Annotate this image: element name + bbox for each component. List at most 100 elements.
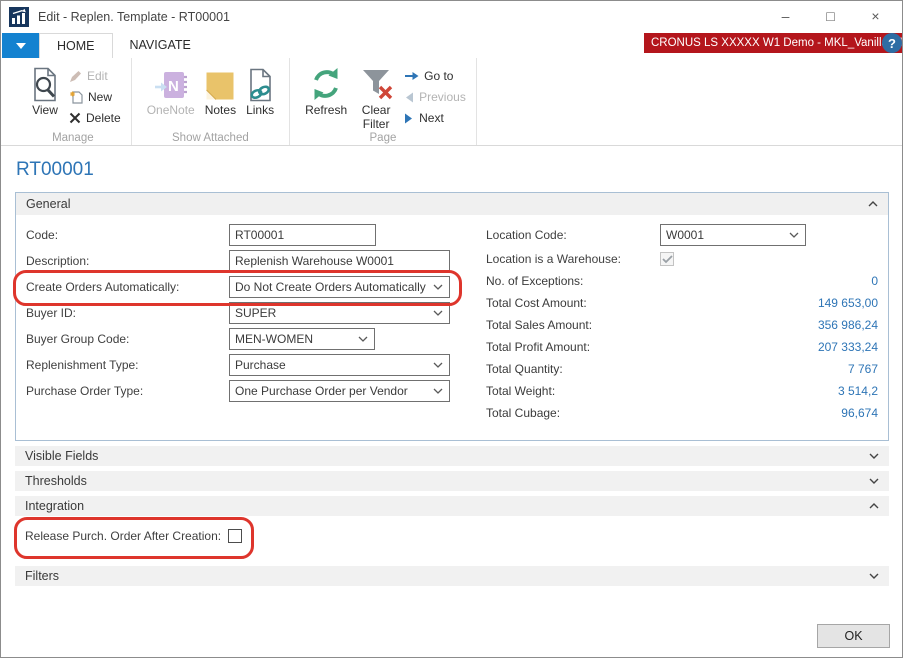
buyer-group-field-row: Buyer Group Code: MEN-WOMEN — [26, 326, 471, 352]
page-small-buttons: Go to Previous Next — [404, 62, 466, 125]
chevron-up-icon[interactable] — [868, 201, 878, 207]
goto-arrow-icon — [404, 71, 419, 81]
group-label-manage: Manage — [15, 132, 131, 144]
manage-small-buttons: Edit New Delete — [69, 62, 121, 125]
new-button[interactable]: New — [69, 90, 121, 104]
notes-button-label: Notes — [205, 104, 236, 118]
edit-button[interactable]: Edit — [69, 69, 121, 83]
exceptions-label: No. of Exceptions: — [486, 274, 583, 288]
delete-button[interactable]: Delete — [69, 111, 121, 125]
total-profit-label: Total Profit Amount: — [486, 340, 590, 354]
minimize-button[interactable]: – — [763, 1, 808, 31]
view-button[interactable]: View — [25, 62, 65, 118]
company-badge[interactable]: CRONUS LS XXXXX W1 Demo - MKL_Vanilla_Ne… — [644, 33, 903, 53]
general-panel-body: Code: RT00001 Description: Replenish War… — [16, 215, 888, 440]
location-code-label: Location Code: — [486, 228, 660, 242]
links-button[interactable]: Links — [241, 62, 279, 118]
code-input[interactable]: RT00001 — [229, 224, 376, 246]
purchase-order-type-label: Purchase Order Type: — [26, 384, 229, 398]
goto-button-label: Go to — [424, 69, 453, 83]
view-button-label: View — [32, 104, 58, 118]
section-visible-fields[interactable]: Visible Fields — [15, 446, 889, 466]
previous-button-label: Previous — [419, 90, 466, 104]
total-cubage-row: Total Cubage: 96,674 — [486, 402, 878, 424]
chevron-down-icon[interactable] — [869, 573, 879, 579]
total-cost-value: 149 653,00 — [818, 296, 878, 310]
window-controls: – □ × — [763, 1, 898, 31]
total-cubage-value: 96,674 — [841, 406, 878, 420]
purchase-order-type-select[interactable]: One Purchase Order per Vendor — [229, 380, 450, 402]
view-icon — [30, 67, 60, 102]
total-weight-value: 3 514,2 — [838, 384, 878, 398]
edit-button-label: Edit — [87, 69, 108, 83]
next-arrow-icon — [404, 113, 414, 124]
gray-check-icon — [662, 255, 673, 264]
buyer-id-select[interactable]: SUPER — [229, 302, 450, 324]
exceptions-value[interactable]: 0 — [871, 274, 878, 288]
title-bar: Edit - Replen. Template - RT00001 – □ × — [1, 1, 902, 33]
ribbon-tab-row: HOME NAVIGATE CRONUS LS XXXXX W1 Demo - … — [1, 33, 902, 58]
buyer-group-select[interactable]: MEN-WOMEN — [229, 328, 375, 350]
replenishment-type-select[interactable]: Purchase — [229, 354, 450, 376]
close-button[interactable]: × — [853, 1, 898, 31]
purchase-order-type-field-row: Purchase Order Type: One Purchase Order … — [26, 378, 471, 404]
total-quantity-row: Total Quantity: 7 767 — [486, 358, 878, 380]
maximize-button[interactable]: □ — [808, 1, 853, 31]
release-purch-order-checkbox[interactable] — [228, 529, 242, 543]
refresh-button-label: Refresh — [305, 104, 347, 118]
ribbon-group-manage: View Edit New Delete — [15, 58, 131, 145]
section-integration[interactable]: Integration — [15, 496, 889, 516]
onenote-button[interactable]: N OneNote — [142, 62, 200, 118]
application-menu-button[interactable] — [2, 33, 39, 58]
edit-pencil-icon — [69, 70, 82, 83]
next-button-label: Next — [419, 111, 444, 125]
next-button[interactable]: Next — [404, 111, 466, 125]
chevron-down-icon — [433, 310, 443, 316]
ok-button[interactable]: OK — [817, 624, 890, 648]
integration-title: Integration — [25, 499, 84, 513]
code-field-row: Code: RT00001 — [26, 222, 471, 248]
group-label-page: Page — [290, 132, 476, 144]
ribbon-group-page: Refresh Clear Filter Go to Pr — [289, 58, 477, 145]
chevron-down-icon — [789, 232, 799, 238]
help-icon[interactable]: ? — [882, 33, 902, 53]
notes-sticky-icon — [205, 71, 235, 102]
purchase-order-type-value: One Purchase Order per Vendor — [235, 384, 408, 398]
thresholds-title: Thresholds — [25, 474, 87, 488]
general-panel-title: General — [26, 197, 70, 211]
exceptions-row: No. of Exceptions: 0 — [486, 270, 878, 292]
description-field-row: Description: Replenish Warehouse W0001 — [26, 248, 471, 274]
chevron-up-icon[interactable] — [869, 503, 879, 509]
description-input[interactable]: Replenish Warehouse W0001 — [229, 250, 450, 272]
new-document-icon — [69, 90, 83, 104]
clear-filter-button[interactable]: Clear Filter — [352, 62, 400, 132]
create-orders-label: Create Orders Automatically: — [26, 280, 229, 294]
total-weight-row: Total Weight: 3 514,2 — [486, 380, 878, 402]
total-cost-label: Total Cost Amount: — [486, 296, 587, 310]
refresh-button[interactable]: Refresh — [300, 62, 352, 118]
create-orders-select[interactable]: Do Not Create Orders Automatically — [229, 276, 450, 298]
section-thresholds[interactable]: Thresholds — [15, 471, 889, 491]
integration-content: Release Purch. Order After Creation: — [15, 516, 889, 561]
nav-app-icon — [9, 7, 29, 27]
chevron-down-icon[interactable] — [869, 453, 879, 459]
tab-home[interactable]: HOME — [39, 33, 113, 58]
general-panel-header[interactable]: General — [16, 193, 888, 215]
links-chain-icon — [247, 68, 274, 102]
replenishment-type-value: Purchase — [235, 358, 286, 372]
delete-x-icon — [69, 112, 81, 124]
tab-navigate[interactable]: NAVIGATE — [113, 33, 208, 58]
location-code-select[interactable]: W0001 — [660, 224, 806, 246]
location-code-value: W0001 — [666, 228, 704, 242]
page-title: RT00001 — [16, 159, 902, 181]
chevron-down-icon[interactable] — [869, 478, 879, 484]
previous-button[interactable]: Previous — [404, 90, 466, 104]
buyer-group-value: MEN-WOMEN — [235, 332, 313, 346]
notes-button[interactable]: Notes — [200, 62, 241, 118]
buyer-id-field-row: Buyer ID: SUPER — [26, 300, 471, 326]
section-filters[interactable]: Filters — [15, 566, 889, 586]
new-button-label: New — [88, 90, 112, 104]
buyer-group-label: Buyer Group Code: — [26, 332, 229, 346]
goto-button[interactable]: Go to — [404, 69, 466, 83]
tab-navigate-label: NAVIGATE — [130, 38, 191, 52]
